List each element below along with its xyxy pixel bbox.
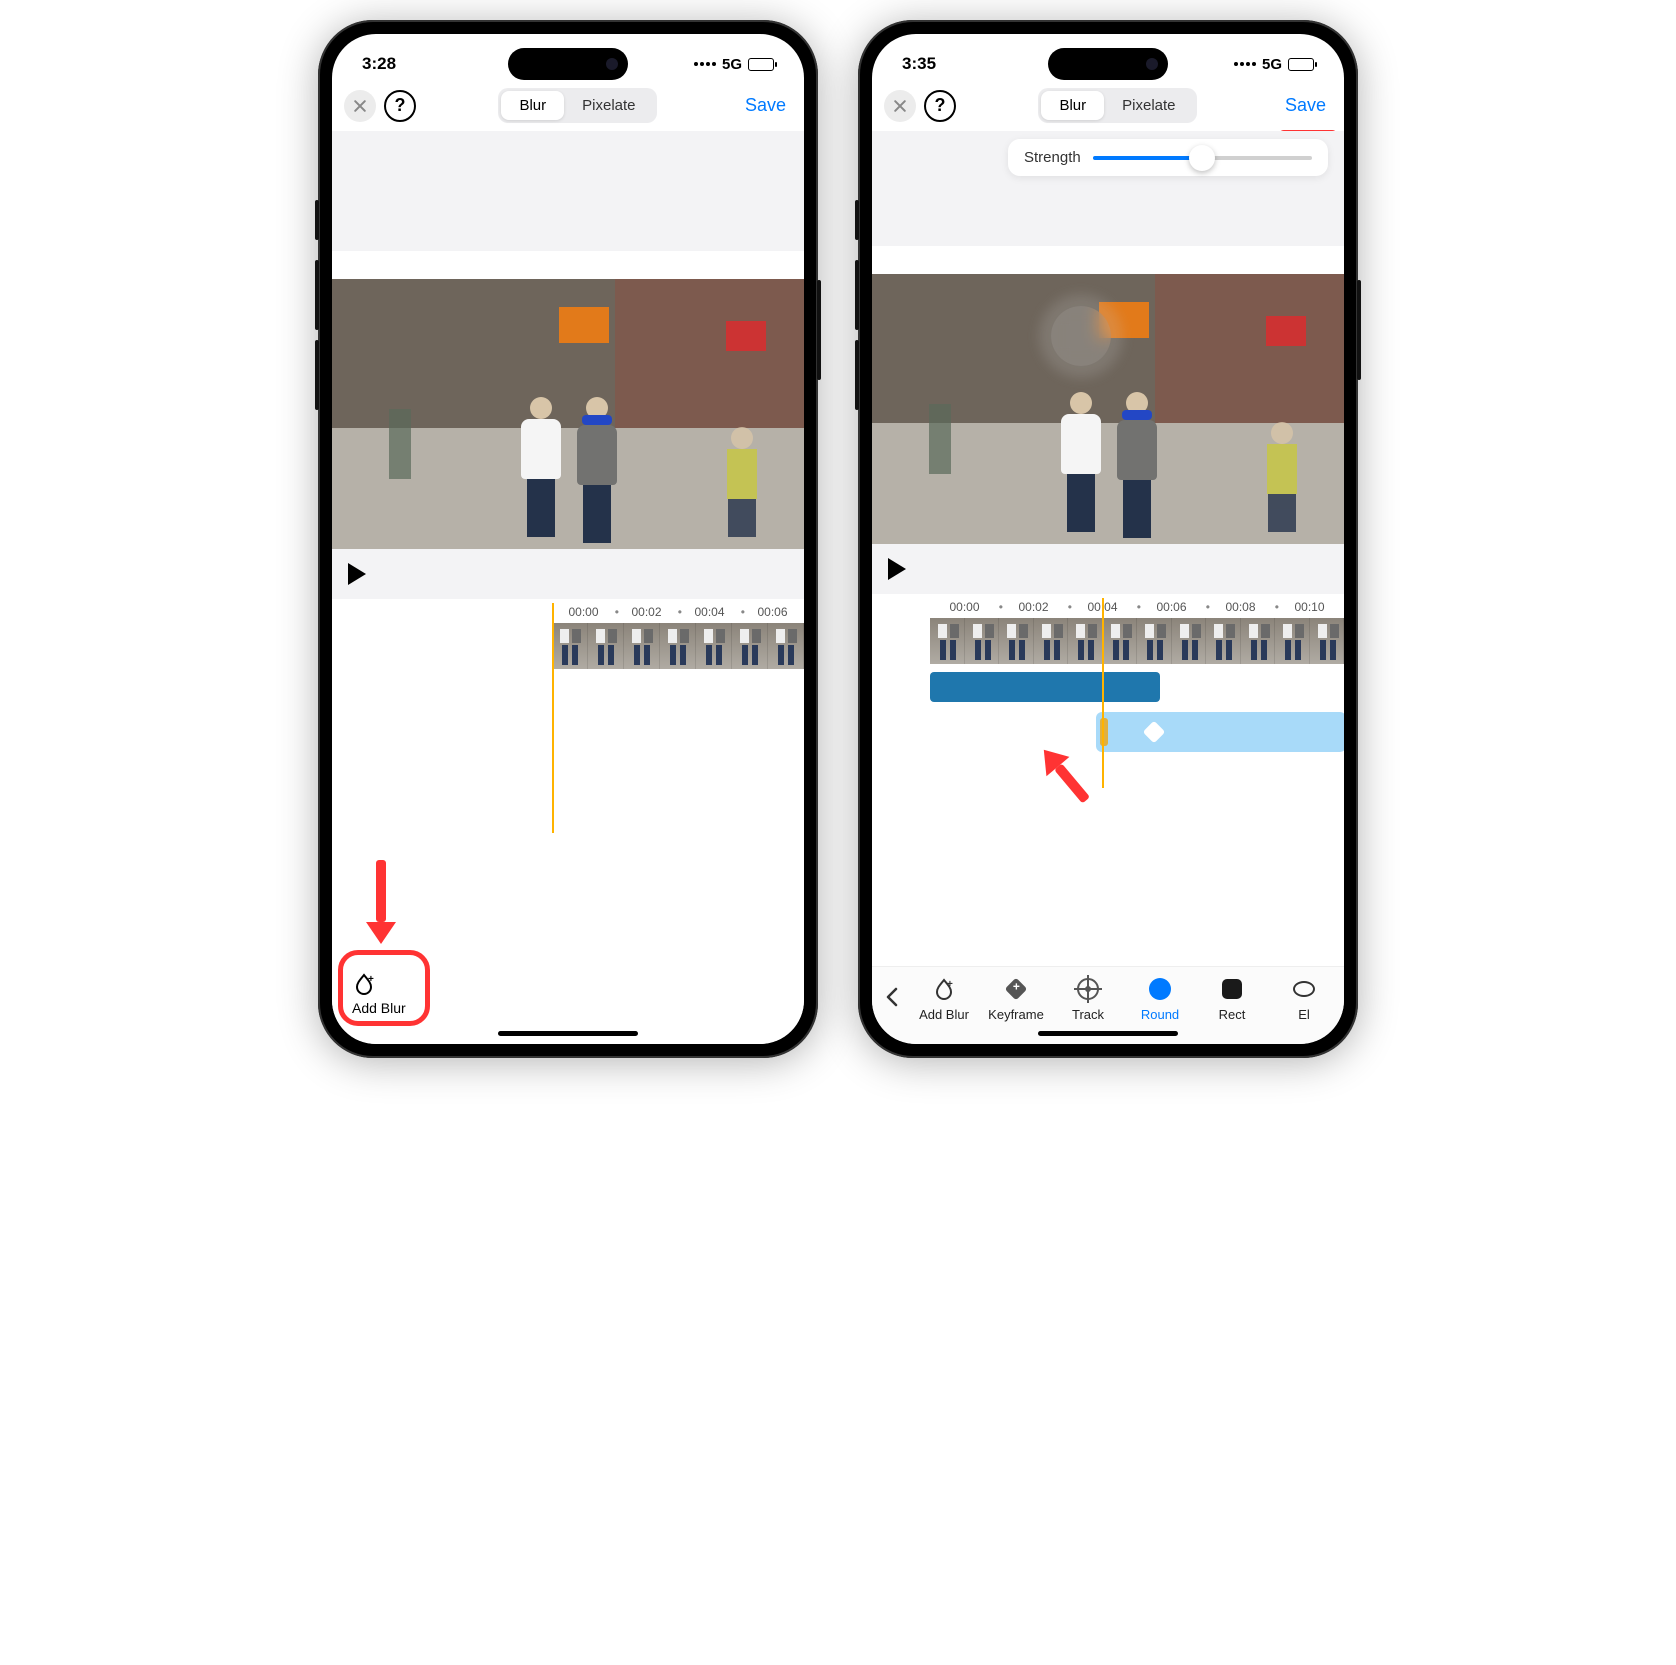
dynamic-island	[1048, 48, 1168, 80]
add-blur-label: Add Blur	[352, 1000, 406, 1016]
save-button[interactable]: Save	[739, 91, 792, 120]
ellipse-icon	[1292, 977, 1316, 1001]
toolbar-round[interactable]: Round	[1126, 977, 1194, 1022]
play-button[interactable]	[348, 563, 366, 585]
status-time: 3:28	[362, 54, 396, 74]
toolbar-ellipse-label: El	[1298, 1007, 1310, 1022]
filmstrip[interactable]	[552, 623, 804, 669]
toolbar-add-blur[interactable]: + Add Blur	[910, 977, 978, 1022]
svg-text:+: +	[947, 979, 953, 990]
dynamic-island	[508, 48, 628, 80]
blur-region[interactable]	[1051, 306, 1111, 366]
home-indicator[interactable]	[1038, 1031, 1178, 1036]
battery-icon	[1288, 58, 1314, 71]
segment-blur[interactable]: Blur	[1041, 91, 1104, 120]
segment-pixelate[interactable]: Pixelate	[1104, 91, 1193, 120]
help-button[interactable]: ?	[384, 90, 416, 122]
track-icon	[1076, 977, 1100, 1001]
effect-clip[interactable]	[1096, 712, 1344, 752]
blur-track-range[interactable]	[930, 672, 1160, 702]
timeline[interactable]: 00:00 00:02 00:04 00:06 + Add Blur	[332, 599, 804, 1044]
timeline-ticks: 00:00 00:02 00:04 00:06 00:08 00:10	[930, 594, 1344, 618]
network-label: 5G	[722, 56, 742, 73]
svg-text:+: +	[368, 974, 374, 985]
play-button[interactable]	[888, 558, 906, 580]
signal-icon	[1234, 62, 1256, 66]
keyframe-marker-icon[interactable]	[1143, 721, 1166, 744]
strength-panel: Strength	[1008, 139, 1328, 176]
segment-blur[interactable]: Blur	[501, 91, 564, 120]
toolbar-keyframe[interactable]: Keyframe	[982, 977, 1050, 1022]
toolbar-keyframe-label: Keyframe	[988, 1007, 1044, 1022]
preview-area: Strength	[872, 131, 1344, 246]
phone-right: 3:35 5G ? Blur Pixelate Save Strength	[858, 20, 1358, 1058]
toolbar-rect[interactable]: Rect	[1198, 977, 1266, 1022]
keyframe-icon	[1004, 977, 1028, 1001]
toolbar-track[interactable]: Track	[1054, 977, 1122, 1022]
home-indicator[interactable]	[498, 1031, 638, 1036]
timeline[interactable]: 00:00 00:02 00:04 00:06 00:08 00:10	[872, 594, 1344, 966]
preview-area	[332, 131, 804, 251]
video-preview[interactable]	[872, 274, 1344, 544]
toolbar-track-label: Track	[1072, 1007, 1104, 1022]
effect-segmented-control[interactable]: Blur Pixelate	[498, 88, 656, 123]
filmstrip[interactable]	[930, 618, 1344, 664]
add-blur-button[interactable]: + Add Blur	[352, 972, 406, 1016]
round-icon	[1148, 977, 1172, 1001]
playhead[interactable]	[552, 603, 554, 833]
add-blur-icon: +	[932, 977, 956, 1001]
phone-left: 3:28 5G ? Blur Pixelate Save	[318, 20, 818, 1058]
segment-pixelate[interactable]: Pixelate	[564, 91, 653, 120]
toolbar-round-label: Round	[1141, 1007, 1179, 1022]
annotation-arrow-clip	[1032, 740, 1097, 810]
toolbar-add-blur-label: Add Blur	[919, 1007, 969, 1022]
status-time: 3:35	[902, 54, 936, 74]
toolbar-rect-label: Rect	[1219, 1007, 1246, 1022]
network-label: 5G	[1262, 56, 1282, 73]
effect-segmented-control[interactable]: Blur Pixelate	[1038, 88, 1196, 123]
toolbar-ellipse[interactable]: El	[1270, 977, 1338, 1022]
strength-label: Strength	[1024, 149, 1081, 166]
signal-icon	[694, 62, 716, 66]
close-button[interactable]	[344, 90, 376, 122]
rect-icon	[1220, 977, 1244, 1001]
video-preview[interactable]	[332, 279, 804, 549]
back-button[interactable]	[878, 987, 906, 1013]
battery-icon	[748, 58, 774, 71]
strength-slider[interactable]	[1093, 156, 1312, 160]
playhead[interactable]	[1102, 598, 1104, 788]
add-blur-icon: +	[352, 972, 376, 996]
top-toolbar: ? Blur Pixelate Save	[872, 80, 1344, 131]
annotation-arrow-addblur	[366, 860, 396, 944]
close-button[interactable]	[884, 90, 916, 122]
help-button[interactable]: ?	[924, 90, 956, 122]
strength-slider-thumb[interactable]	[1189, 145, 1215, 171]
top-toolbar: ? Blur Pixelate Save	[332, 80, 804, 131]
save-button[interactable]: Save	[1279, 91, 1332, 120]
timeline-ticks: 00:00 00:02 00:04 00:06	[552, 599, 804, 623]
